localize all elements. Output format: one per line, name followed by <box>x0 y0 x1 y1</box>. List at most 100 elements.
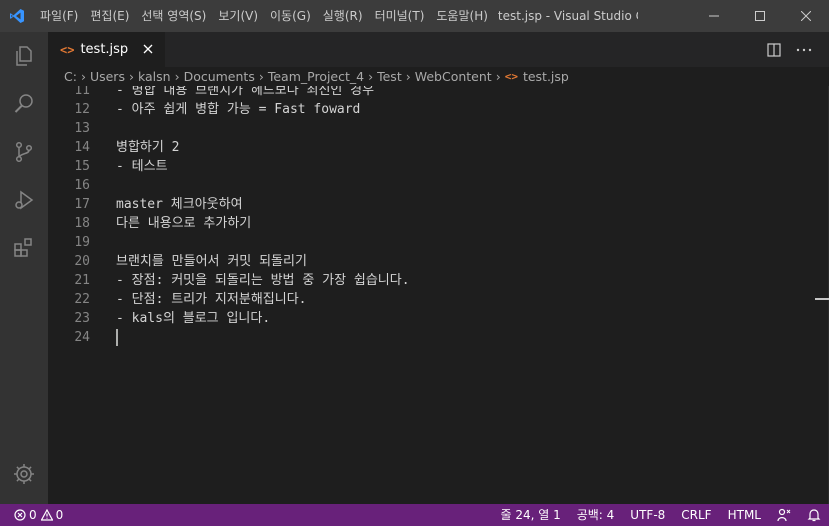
cursor-position[interactable]: 줄 24, 열 1 <box>492 504 568 526</box>
line-text: - 병합 내용 브랜치가 헤드보다 최신인 경우 <box>116 86 375 98</box>
language-mode[interactable]: HTML <box>720 504 769 526</box>
close-window-button[interactable] <box>783 0 829 32</box>
window-title: test.jsp - Visual Studio C... <box>497 9 638 23</box>
split-editor-icon <box>767 42 781 57</box>
feedback-person-icon <box>777 508 791 522</box>
tab-close-button[interactable] <box>139 40 157 58</box>
explorer-icon <box>16 46 32 66</box>
chevron-right-icon: › <box>128 69 134 84</box>
line-number: 16 <box>74 178 90 193</box>
jsp-file-icon: <> <box>504 70 518 83</box>
jsp-file-icon: <> <box>60 42 75 57</box>
line-text: 병합하기 2 <box>116 140 180 155</box>
line-number: 22 <box>74 292 90 307</box>
menu-help[interactable]: 도움말(H) <box>430 0 494 32</box>
split-editor-button[interactable] <box>759 32 789 67</box>
run-debug-button[interactable] <box>0 176 48 224</box>
warning-icon <box>40 509 53 521</box>
chevron-right-icon: › <box>405 69 411 84</box>
warning-count: 0 <box>55 508 64 522</box>
line-number: 19 <box>74 235 90 250</box>
chevron-right-icon: › <box>258 69 264 84</box>
end-of-line[interactable]: CRLF <box>673 504 719 526</box>
encoding[interactable]: UTF-8 <box>622 504 673 526</box>
code-line-current: 24 <box>48 328 829 347</box>
line-text: - 장점: 커밋을 되돌리는 방법 중 가장 쉽습니다. <box>116 273 410 288</box>
breadcrumb-item[interactable]: Users <box>90 69 125 84</box>
error-icon <box>14 509 26 521</box>
code-editor[interactable]: 11 - 병합 내용 브랜치가 헤드보다 최신인 경우 12 - 아주 쉽게 병합 … <box>48 86 829 504</box>
indentation[interactable]: 공백: 4 <box>569 504 623 526</box>
menu-bar: 파일(F) 편집(E) 선택 영역(S) 보기(V) 이동(G) 실행(R) 터… <box>34 0 494 32</box>
menu-file[interactable]: 파일(F) <box>34 0 84 32</box>
source-control-icon <box>15 141 33 163</box>
line-number: 18 <box>74 216 90 231</box>
code-line: 13 <box>48 119 829 138</box>
menu-run[interactable]: 실행(R) <box>317 0 369 32</box>
menu-terminal[interactable]: 터미널(T) <box>369 0 431 32</box>
line-number: 21 <box>74 273 90 288</box>
search-button[interactable] <box>0 80 48 128</box>
line-text: 브랜치를 만들어서 커밋 되돌리기 <box>116 254 307 269</box>
breadcrumb: C: › Users › kalsn › Documents › Team_Pr… <box>48 67 829 86</box>
text-cursor <box>116 329 118 346</box>
chevron-right-icon: › <box>174 69 180 84</box>
line-number: 11 <box>74 86 90 98</box>
editor-tabs: <> test.jsp <box>48 32 829 67</box>
line-number: 12 <box>74 102 90 117</box>
minimize-icon <box>709 15 719 17</box>
code-line: 18 다른 내용으로 추가하기 <box>48 214 829 233</box>
line-text: 다른 내용으로 추가하기 <box>116 216 252 231</box>
code-line: 20 브랜치를 만들어서 커밋 되돌리기 <box>48 252 829 271</box>
line-text: - 테스트 <box>116 159 168 174</box>
menu-edit[interactable]: 편집(E) <box>84 0 135 32</box>
breadcrumb-item[interactable]: Test <box>377 69 402 84</box>
line-number: 17 <box>74 197 90 212</box>
code-line: 15 - 테스트 <box>48 157 829 176</box>
minimize-button[interactable] <box>691 0 737 32</box>
error-count: 0 <box>29 508 37 522</box>
breadcrumb-item[interactable]: C: <box>64 69 77 84</box>
settings-gear-icon <box>14 464 34 484</box>
code-line: 14 병합하기 2 <box>48 138 829 157</box>
code-line: 22 - 단점: 트리가 지저분해집니다. <box>48 290 829 309</box>
code-line: 11 - 병합 내용 브랜치가 헤드보다 최신인 경우 <box>48 86 829 100</box>
code-line: 16 <box>48 176 829 195</box>
breadcrumb-file[interactable]: test.jsp <box>523 69 569 84</box>
breadcrumb-item[interactable]: Documents <box>184 69 255 84</box>
manage-settings-button[interactable] <box>0 450 48 498</box>
chevron-right-icon: › <box>368 69 374 84</box>
tab-label: test.jsp <box>80 42 129 57</box>
source-control-button[interactable] <box>0 128 48 176</box>
line-text: - 아주 쉽게 병합 가능 = Fast foward <box>116 102 361 117</box>
chevron-right-icon: › <box>80 69 86 84</box>
line-number: 23 <box>74 311 90 326</box>
line-number: 13 <box>74 121 90 136</box>
more-actions-button[interactable] <box>789 32 819 67</box>
menu-go[interactable]: 이동(G) <box>264 0 317 32</box>
notifications-button[interactable] <box>799 504 829 526</box>
line-number: 15 <box>74 159 90 174</box>
more-horizontal-icon <box>796 48 812 51</box>
code-line: 12 - 아주 쉽게 병합 가능 = Fast foward <box>48 100 829 119</box>
explorer-button[interactable] <box>0 32 48 80</box>
line-number: 24 <box>74 330 90 345</box>
scrollbar-cursor-marker <box>815 298 829 300</box>
extensions-icon <box>14 238 32 257</box>
extensions-button[interactable] <box>0 224 48 272</box>
menu-view[interactable]: 보기(V) <box>212 0 264 32</box>
feedback-button[interactable] <box>769 504 799 526</box>
line-number: 14 <box>74 140 90 155</box>
bell-icon <box>807 509 821 522</box>
tab-test-jsp[interactable]: <> test.jsp <box>48 32 165 67</box>
breadcrumb-item[interactable]: kalsn <box>138 69 171 84</box>
close-icon <box>143 44 153 54</box>
search-icon <box>14 94 33 113</box>
breadcrumb-item[interactable]: WebContent <box>415 69 492 84</box>
problems-indicator[interactable]: 0 0 <box>0 508 63 522</box>
run-debug-icon <box>15 190 34 210</box>
code-line: 23 - kals의 블로그 입니다. <box>48 309 829 328</box>
maximize-button[interactable] <box>737 0 783 32</box>
breadcrumb-item[interactable]: Team_Project_4 <box>268 69 364 84</box>
menu-selection[interactable]: 선택 영역(S) <box>135 0 212 32</box>
